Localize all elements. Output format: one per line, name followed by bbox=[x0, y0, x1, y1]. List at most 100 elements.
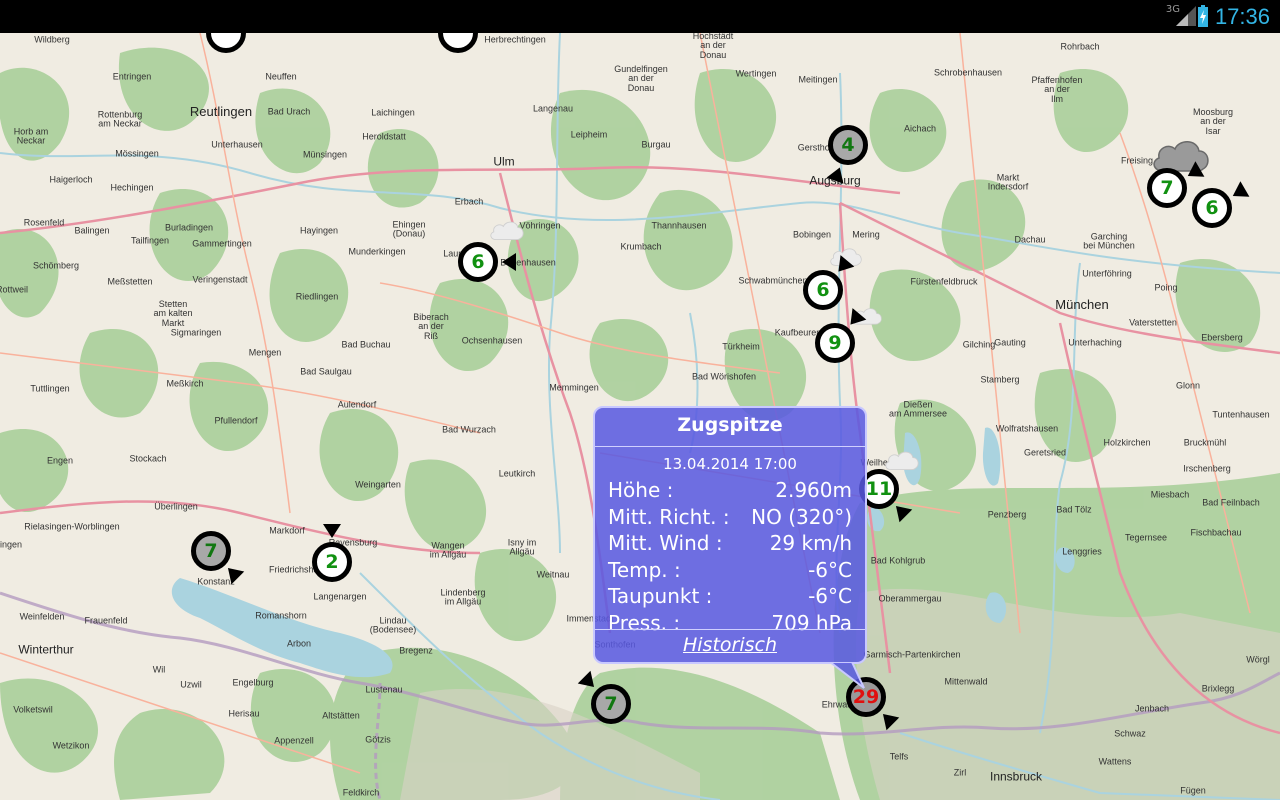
place-label: Memmingen bbox=[549, 382, 599, 393]
station-kaufbeuren[interactable]: 9 bbox=[815, 308, 867, 363]
place-label: Engelburg bbox=[232, 677, 274, 688]
status-bar: 3G 17:36 bbox=[0, 0, 1280, 33]
place-label: Feldkirch bbox=[342, 787, 380, 798]
place-label: Brixlegg bbox=[1201, 683, 1235, 694]
place-label: Neuffen bbox=[265, 71, 297, 82]
place-label: Stetten am kalten Markt bbox=[153, 298, 193, 328]
station-value: 9 bbox=[815, 323, 855, 363]
place-label: Bruckmühl bbox=[1183, 437, 1227, 448]
place-label: Garmisch-Partenkirchen bbox=[863, 649, 961, 660]
station-top-left[interactable] bbox=[206, 33, 246, 53]
row-value: -6°C bbox=[808, 584, 852, 608]
place-label: Hayingen bbox=[299, 225, 339, 236]
place-label: Holzkirchen bbox=[1103, 437, 1151, 448]
place-label: Fischbachau bbox=[1190, 527, 1242, 538]
place-label: Bad Tölz bbox=[1056, 504, 1092, 515]
place-label: Türkheim bbox=[722, 341, 760, 352]
place-label: Wildberg bbox=[34, 34, 70, 45]
place-label: Leipheim bbox=[570, 129, 608, 140]
station-sonthofen[interactable]: 7 bbox=[577, 670, 631, 724]
place-label: Thannhausen bbox=[651, 220, 707, 231]
place-label: Aulendorf bbox=[337, 399, 377, 410]
place-label: Penzberg bbox=[987, 509, 1027, 520]
place-label: Laichingen bbox=[371, 107, 415, 118]
place-label: Wangen im Allgäu bbox=[429, 540, 467, 560]
place-label: Tuntenhausen bbox=[1212, 409, 1270, 420]
place-label: Leutkirch bbox=[498, 468, 536, 479]
history-link[interactable]: Historisch bbox=[595, 629, 865, 662]
place-label: Mittenwald bbox=[944, 676, 988, 687]
place-label: Mering bbox=[852, 229, 880, 240]
place-label: Schwaz bbox=[1114, 728, 1146, 739]
popup-row-temperature: Temp. : -6°C bbox=[595, 557, 865, 584]
row-value: NO (320°) bbox=[751, 504, 852, 529]
place-label: Wolfratshausen bbox=[995, 423, 1059, 434]
place-label: Engen bbox=[46, 455, 74, 466]
place-label: Haigerloch bbox=[49, 174, 93, 185]
place-label: Meßstetten bbox=[107, 276, 153, 287]
station-value: 7 bbox=[191, 531, 231, 571]
place-label: Burgau bbox=[641, 139, 671, 150]
place-label: Bregenz bbox=[399, 645, 433, 656]
place-label: Herbrechtingen bbox=[484, 34, 546, 45]
row-label: Mitt. Richt. : bbox=[608, 504, 730, 529]
place-label: Geretsried bbox=[1023, 447, 1067, 458]
place-label: Vaterstetten bbox=[1129, 317, 1177, 328]
place-label: Freising bbox=[1120, 155, 1154, 166]
place-label: Stamberg bbox=[980, 374, 1020, 385]
place-label: Riedlingen bbox=[295, 291, 339, 302]
station-top-mid[interactable] bbox=[438, 33, 478, 53]
place-label: Götzis bbox=[365, 734, 391, 745]
place-label: Wil bbox=[152, 664, 166, 675]
place-label: Moosburg an der Isar bbox=[1192, 106, 1234, 136]
popup-row-wind: Mitt. Wind : 29 km/h bbox=[595, 530, 865, 557]
row-value: 29 km/h bbox=[769, 531, 852, 555]
place-label: Herisau bbox=[228, 708, 260, 719]
station-konstanz[interactable]: 7 bbox=[191, 531, 245, 585]
place-label: Schömberg bbox=[32, 260, 80, 271]
place-label: Biberach an der Riß bbox=[413, 311, 449, 341]
place-label: Horb am Neckar bbox=[13, 126, 49, 146]
station-info-popup[interactable]: Zugspitze 13.04.2014 17:00 Höhe :2.960m … bbox=[593, 406, 867, 664]
place-label: Rohrbach bbox=[1060, 41, 1100, 52]
signal-icon bbox=[1176, 6, 1196, 26]
station-laupheim[interactable]: 6 bbox=[458, 242, 516, 282]
station-value: 6 bbox=[803, 270, 843, 310]
place-label: Schrobenhausen bbox=[933, 67, 1003, 78]
station-freising-b[interactable]: 6 bbox=[1192, 181, 1250, 228]
place-label: Frauenfeld bbox=[84, 615, 128, 626]
place-label: Arbon bbox=[286, 638, 312, 649]
place-label: Heroldstatt bbox=[362, 131, 406, 142]
place-label: Bobingen bbox=[792, 229, 832, 240]
station-value: 2 bbox=[312, 542, 352, 582]
station-freising-a[interactable]: 7 bbox=[1147, 161, 1205, 208]
place-label: Meitingen bbox=[798, 74, 838, 85]
place-label: Meßkirch bbox=[166, 378, 204, 389]
place-label: Burladingen bbox=[164, 222, 214, 233]
place-label: Bad Saulgau bbox=[300, 366, 352, 377]
place-label: Balingen bbox=[74, 225, 110, 236]
place-label: Gilching bbox=[962, 339, 996, 350]
place-label: Wertingen bbox=[735, 68, 777, 79]
place-label: Isny im Allgäu bbox=[507, 537, 537, 557]
place-label: Markt Indersdorf bbox=[987, 172, 1029, 192]
place-label: Überlingen bbox=[154, 501, 198, 512]
station-schwabmuenchen[interactable]: 6 bbox=[803, 255, 855, 310]
place-label: Pfullendorf bbox=[214, 415, 258, 426]
popup-row-dewpoint: Taupunkt : -6°C bbox=[595, 583, 865, 610]
place-label: Tuttlingen bbox=[30, 383, 70, 394]
place-label: Glonn bbox=[1175, 380, 1201, 391]
place-label: Langenargen bbox=[313, 591, 367, 602]
place-label: Jenbach bbox=[1134, 703, 1170, 714]
station-augsburg[interactable]: 4 bbox=[826, 125, 868, 184]
place-label: Mössingen bbox=[115, 148, 159, 159]
place-label: Ulm bbox=[493, 154, 515, 169]
place-label: Ehingen (Donau) bbox=[392, 219, 426, 239]
place-label: Markdorf bbox=[269, 525, 305, 536]
place-label: Stockach bbox=[129, 453, 167, 464]
place-label: Sigmaringen bbox=[170, 327, 222, 338]
place-label: Unterhaching bbox=[1068, 337, 1122, 348]
station-friedrichshafen[interactable]: 2 bbox=[312, 524, 352, 582]
place-label: Lindenberg im Allgäu bbox=[440, 587, 486, 607]
place-label: Fürstenfeldbruck bbox=[910, 276, 978, 287]
